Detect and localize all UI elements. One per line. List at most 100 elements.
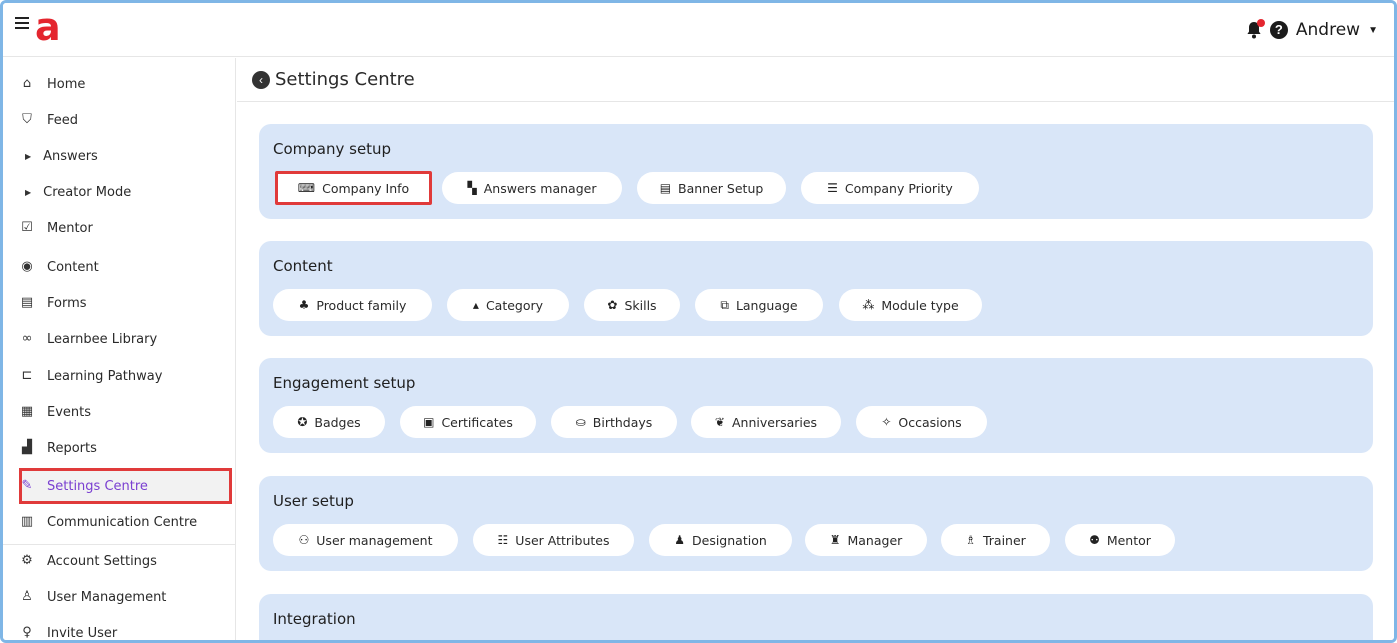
birthdays-button[interactable]: ⛀ Birthdays: [551, 406, 677, 438]
sidebar-item-label: Account Settings: [47, 553, 157, 569]
app-logo[interactable]: a: [35, 5, 61, 49]
user-management-button[interactable]: ⚇ User management: [273, 524, 458, 556]
party-popper-icon: ✧: [881, 415, 892, 429]
sidebar-item-label: User Management: [47, 589, 167, 605]
button-label: Certificates: [441, 414, 513, 430]
trainer-icon: ♗: [965, 533, 976, 547]
company-info-button[interactable]: ⌨ Company Info: [275, 171, 432, 205]
manager-button[interactable]: ♜ Manager: [805, 524, 927, 556]
category-icon: ▴: [472, 298, 479, 312]
sidebar-item-communication-centre[interactable]: ▥ Communication Centre: [19, 505, 197, 539]
feed-icon: ⛉: [22, 112, 32, 127]
forms-icon: ▤: [20, 295, 34, 310]
sidebar-item-mentor[interactable]: ☑ Mentor: [19, 211, 93, 245]
section-title: Integration: [273, 610, 356, 628]
main-content: ‹ Settings Centre Company setup ⌨ Compan…: [237, 58, 1394, 640]
checkbox-icon: ☑: [21, 220, 33, 235]
mentor-button[interactable]: ⚉ Mentor: [1065, 524, 1175, 556]
anniversaries-button[interactable]: ❦ Anniversaries: [691, 406, 841, 438]
product-family-icon: ♣: [298, 298, 310, 312]
user-management-icon: ♙: [21, 589, 33, 604]
sidebar-item-home[interactable]: ⌂ Home: [19, 67, 86, 101]
communication-icon: ▥: [20, 514, 34, 529]
priority-icon: ☰: [827, 181, 838, 195]
chevron-down-icon[interactable]: ▼: [1368, 25, 1378, 36]
banner-setup-button[interactable]: ▤ Banner Setup: [637, 172, 786, 204]
button-label: Mentor: [1106, 532, 1151, 548]
library-icon: ∞: [21, 331, 33, 346]
button-label: Company Info: [322, 180, 410, 196]
page-header: ‹ Settings Centre: [237, 58, 1394, 102]
section-company-setup: Company setup ⌨ Company Info ▚ Answers m…: [259, 124, 1373, 219]
button-label: Anniversaries: [731, 414, 818, 430]
sidebar-item-forms[interactable]: ▤ Forms: [19, 286, 87, 320]
sidebar-item-account-settings[interactable]: ⚙ Account Settings: [19, 544, 157, 578]
section-integration: Integration: [259, 594, 1373, 640]
button-label: Manager: [847, 532, 903, 548]
trainer-button[interactable]: ♗ Trainer: [941, 524, 1050, 556]
app-window: a ? Andrew ▼ ⌂ Home ⛉ Feed ▶ Answers ▶ C…: [0, 0, 1397, 643]
sidebar-item-reports[interactable]: ▟ Reports: [19, 431, 97, 465]
sidebar-item-label: Home: [47, 76, 86, 92]
sidebar: ⌂ Home ⛉ Feed ▶ Answers ▶ Creator Mode ☑…: [3, 58, 236, 640]
section-content: Content ♣ Product family ▴ Category ✿ Sk…: [259, 241, 1373, 336]
skills-icon: ✿: [607, 298, 618, 312]
answers-manager-button[interactable]: ▚ Answers manager: [442, 172, 622, 204]
content-icon: ◉: [21, 259, 33, 274]
help-icon[interactable]: ?: [1269, 21, 1288, 39]
back-arrow-icon[interactable]: ‹: [252, 71, 270, 89]
attributes-icon: ☷: [497, 533, 509, 547]
button-label: Product family: [316, 297, 407, 313]
notification-badge: [1256, 19, 1265, 27]
sidebar-item-creator-mode[interactable]: ▶ Creator Mode: [19, 175, 131, 209]
sidebar-item-feed[interactable]: ⛉ Feed: [19, 103, 78, 137]
sidebar-item-label: Forms: [47, 295, 87, 311]
language-icon: ⧉: [720, 297, 729, 312]
category-button[interactable]: ▴ Category: [447, 289, 569, 321]
sidebar-item-answers[interactable]: ▶ Answers: [19, 139, 98, 173]
badges-button[interactable]: ✪ Badges: [273, 406, 385, 438]
sidebar-item-label: Mentor: [47, 220, 93, 236]
account-settings-icon: ⚙: [21, 553, 33, 568]
module-type-button[interactable]: ⁂ Module type: [839, 289, 982, 321]
hamburger-menu-icon[interactable]: [15, 17, 29, 29]
notification-bell-icon[interactable]: [1246, 19, 1265, 39]
user-attributes-button[interactable]: ☷ User Attributes: [473, 524, 634, 556]
occasions-button[interactable]: ✧ Occasions: [856, 406, 987, 438]
product-family-button[interactable]: ♣ Product family: [273, 289, 432, 321]
sidebar-item-invite-user[interactable]: ♀ Invite User: [19, 616, 117, 640]
mentor-icon: ⚉: [1089, 533, 1100, 547]
sidebar-item-learning-pathway[interactable]: ⊏ Learning Pathway: [19, 359, 163, 393]
button-label: Skills: [624, 297, 657, 313]
button-label: Occasions: [898, 414, 962, 430]
sidebar-item-label: Content: [47, 259, 99, 275]
sidebar-item-label: Feed: [47, 112, 79, 128]
expand-triangle-icon: ▶: [25, 151, 32, 161]
user-name[interactable]: Andrew: [1296, 20, 1360, 40]
button-label: Answers manager: [483, 180, 597, 196]
sidebar-item-user-management[interactable]: ♙ User Management: [19, 580, 166, 614]
module-type-icon: ⁂: [862, 298, 875, 312]
sidebar-item-content[interactable]: ◉ Content: [19, 250, 99, 284]
reports-icon: ▟: [22, 440, 32, 455]
sidebar-item-learnbee-library[interactable]: ∞ Learnbee Library: [19, 322, 158, 356]
section-user-setup: User setup ⚇ User management ☷ User Attr…: [259, 476, 1373, 571]
sidebar-item-label: Events: [47, 404, 92, 420]
sidebar-item-settings-centre[interactable]: ✎ Settings Centre: [19, 469, 148, 503]
company-info-icon: ⌨: [297, 181, 316, 195]
birthday-cake-icon: ⛀: [575, 415, 586, 429]
button-label: Birthdays: [592, 414, 653, 430]
sidebar-item-label: Answers: [43, 148, 98, 164]
certificates-button[interactable]: ▣ Certificates: [400, 406, 536, 438]
button-label: Banner Setup: [678, 180, 764, 196]
top-bar: a ? Andrew ▼: [3, 3, 1394, 57]
skills-button[interactable]: ✿ Skills: [584, 289, 680, 321]
section-title: Company setup: [273, 140, 392, 158]
section-title: User setup: [273, 492, 354, 510]
sidebar-item-label: Settings Centre: [47, 478, 148, 494]
language-button[interactable]: ⧉ Language: [695, 289, 823, 321]
sidebar-item-events[interactable]: ▦ Events: [19, 395, 91, 429]
company-priority-button[interactable]: ☰ Company Priority: [801, 172, 979, 204]
designation-button[interactable]: ♟ Designation: [649, 524, 792, 556]
button-label: Trainer: [982, 532, 1026, 548]
